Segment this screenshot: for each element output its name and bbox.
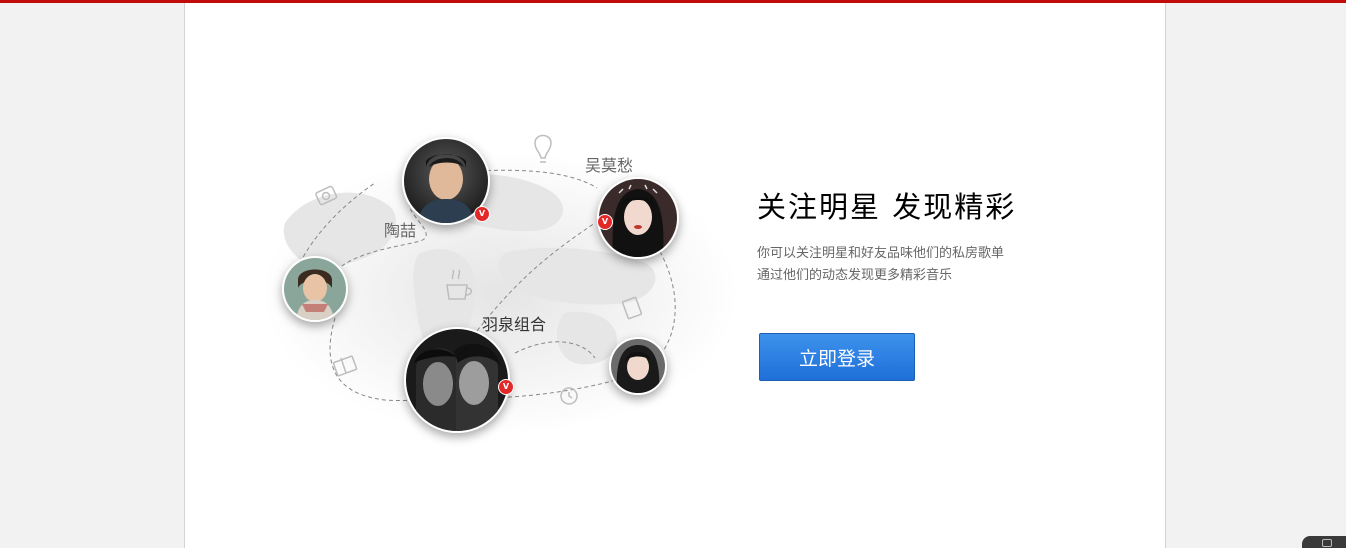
lock-icon (1322, 539, 1332, 547)
description-line-1: 你可以关注明星和好友品味他们的私房歌单 (757, 246, 1005, 261)
social-illustration: V 陶喆 V 吴莫愁 V 羽泉组合 (245, 113, 745, 463)
login-button[interactable]: 立即登录 (759, 333, 915, 381)
verified-badge-icon: V (597, 214, 613, 230)
main-content: V 陶喆 V 吴莫愁 V 羽泉组合 关注明星 发现精彩 你可以关注明星和好友品味… (184, 3, 1166, 548)
artist-name-label[interactable]: 吴莫愁 (585, 152, 633, 176)
verified-badge-icon: V (498, 379, 514, 395)
promo-description: 你可以关注明星和好友品味他们的私房歌单 通过他们的动态发现更多精彩音乐 (757, 243, 1137, 287)
avatar-right[interactable] (609, 337, 667, 395)
film-icon (332, 355, 358, 377)
verified-badge-icon: V (474, 206, 490, 222)
artist-name-label[interactable]: 羽泉组合 (482, 311, 546, 335)
corner-toggle-widget[interactable] (1302, 536, 1346, 548)
lightbulb-icon (534, 134, 552, 159)
description-line-2: 通过他们的动态发现更多精彩音乐 (757, 268, 953, 283)
avatar-left[interactable] (282, 256, 348, 322)
promo-headline: 关注明星 发现精彩 (757, 190, 1017, 224)
artist-name-label[interactable]: 陶喆 (384, 217, 416, 241)
promo-info: 关注明星 发现精彩 你可以关注明星和好友品味他们的私房歌单 通过他们的动态发现更… (757, 187, 1137, 287)
avatar-bottom[interactable] (404, 327, 510, 433)
